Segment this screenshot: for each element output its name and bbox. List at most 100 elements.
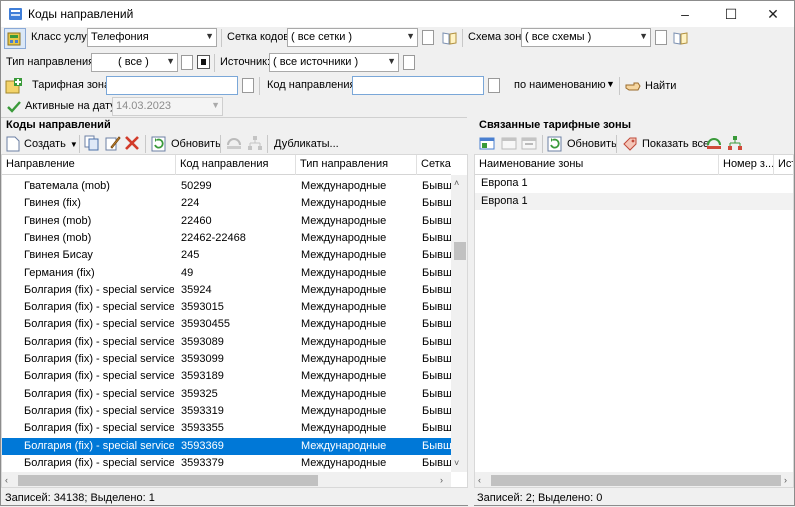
- column-header[interactable]: Сетка кодо: [421, 158, 451, 170]
- stop-checkbox[interactable]: [197, 55, 210, 69]
- code-grid-cell: Бывша: [422, 370, 451, 383]
- chevron-up-icon[interactable]: ˄: [454, 178, 459, 188]
- direction-type-cell: Международные: [301, 456, 387, 469]
- table-row[interactable]: Болгария (fix) - special services 3593369…: [2, 437, 451, 455]
- minimize-button[interactable]: –: [662, 1, 708, 27]
- left-horizontal-scrollbar[interactable]: ‹ ›: [2, 472, 451, 487]
- direction-name-cell: Болгария (fix) - special services: [24, 387, 174, 400]
- table-row[interactable]: Гвинея (fix) 224 Международные Бывша: [2, 195, 451, 212]
- column-header[interactable]: Номер з...: [723, 158, 774, 170]
- direction-type-select[interactable]: ( все ) ▼: [91, 53, 178, 72]
- column-header[interactable]: Тип направления: [300, 158, 388, 170]
- table-row[interactable]: Болгария (fix) - special services 3593015…: [2, 299, 451, 316]
- column-header[interactable]: Наименование зоны: [479, 158, 583, 170]
- link-up-icon[interactable]: [226, 135, 242, 151]
- table-row[interactable]: Болгария (fix) - special services 3593099…: [2, 351, 451, 368]
- create-button[interactable]: Создать ▼: [6, 134, 78, 154]
- code-grid-select[interactable]: ( все сетки ) ▼: [287, 28, 418, 47]
- chevron-left-icon[interactable]: ‹: [478, 475, 481, 485]
- table-row[interactable]: Болгария (fix) - special services 3593189…: [2, 368, 451, 385]
- close-button[interactable]: ✕: [750, 1, 795, 27]
- chevron-left-icon[interactable]: ‹: [5, 475, 8, 485]
- tree-icon[interactable]: [727, 135, 743, 151]
- direction-name-cell: Германия (fix): [24, 266, 95, 279]
- copy-icon[interactable]: [84, 135, 100, 151]
- code-grid-cell: Бывша: [422, 249, 451, 262]
- direction-code-input[interactable]: [352, 76, 484, 95]
- code-grid-checkbox[interactable]: [422, 30, 434, 45]
- tree-icon[interactable]: [247, 135, 263, 151]
- chevron-down-icon[interactable]: ˅: [454, 458, 459, 468]
- scroll-thumb[interactable]: [18, 475, 318, 486]
- filter-row-4: Активные на дату: 14.03.2023 ▼: [1, 97, 794, 117]
- column-header[interactable]: Код направления: [180, 158, 268, 170]
- table-row[interactable]: Болгария (fix) - special services 3593089…: [2, 334, 451, 351]
- service-class-button[interactable]: [4, 28, 26, 49]
- column-header[interactable]: Исто: [778, 158, 793, 170]
- tariff-zone-checkbox[interactable]: [242, 78, 254, 93]
- direction-type-cell: Международные: [301, 370, 387, 383]
- direction-code-cell: 224: [181, 197, 200, 210]
- left-vertical-scrollbar[interactable]: ˄ ˅: [451, 175, 467, 472]
- table-row[interactable]: Гвинея Бисау 245 Международные Бывша: [2, 247, 451, 264]
- direction-type-cell: Международные: [301, 387, 387, 400]
- direction-code-cell: 245: [181, 249, 200, 262]
- zone-scheme-checkbox[interactable]: [655, 30, 667, 45]
- find-button[interactable]: Найти: [625, 76, 676, 96]
- separator: [462, 29, 463, 47]
- chevron-right-icon[interactable]: ›: [440, 475, 443, 485]
- direction-code-checkbox[interactable]: [488, 78, 500, 93]
- code-grid-cell: Бывша: [422, 231, 451, 244]
- add-row-icon[interactable]: [479, 135, 495, 151]
- chevron-down-icon[interactable]: ▼: [606, 79, 615, 89]
- right-refresh-button[interactable]: Обновить: [547, 134, 617, 154]
- table-row[interactable]: Болгария (fix) - special services 3593379…: [2, 455, 451, 472]
- book-icon[interactable]: [673, 30, 689, 46]
- table-row[interactable]: Гвинея (mob) 22460 Международные Бывша: [2, 213, 451, 230]
- table-row[interactable]: Болгария (fix) - special services 3593319…: [2, 403, 451, 420]
- table-row[interactable]: Болгария (fix) - special services 35924 Ме…: [2, 282, 451, 299]
- table-row[interactable]: Гватемала (mob) 50299 Международные Бывша: [2, 178, 451, 195]
- table-row[interactable]: Европа 1: [475, 175, 793, 192]
- right-horizontal-scrollbar[interactable]: ‹ ›: [475, 472, 793, 487]
- source-checkbox[interactable]: [403, 55, 415, 70]
- zone-name-cell: Европа 1: [481, 177, 528, 189]
- table-row[interactable]: Германия (fix) 49 Международные Бывша: [2, 265, 451, 282]
- show-all-button[interactable]: Показать все: [622, 134, 709, 154]
- column-divider: [718, 155, 719, 175]
- remove-row-icon[interactable]: [521, 135, 537, 151]
- service-class-select[interactable]: Телефония ▼: [87, 28, 217, 47]
- table-row[interactable]: Болгария (fix) - special services 359325 М…: [2, 386, 451, 403]
- duplicates-button[interactable]: Дубликаты...: [274, 134, 339, 154]
- maximize-button[interactable]: ☐: [708, 1, 754, 27]
- table-row[interactable]: Болгария (fix) - special services 3593355…: [2, 420, 451, 437]
- table-row[interactable]: Болгария (fix) - special services 3593045…: [2, 316, 451, 333]
- add-zone-icon[interactable]: [5, 77, 23, 95]
- left-refresh-button[interactable]: Обновить: [151, 134, 221, 154]
- direction-code-cell: 3593015: [181, 301, 224, 314]
- table-row[interactable]: Гвинея (mob) 22462-22468 Международные Бывш…: [2, 230, 451, 247]
- link-up-icon[interactable]: [706, 135, 722, 151]
- chevron-right-icon[interactable]: ›: [784, 475, 787, 485]
- edit-icon[interactable]: [105, 135, 121, 151]
- delete-icon[interactable]: [124, 135, 140, 151]
- refresh-icon: [547, 136, 562, 152]
- direction-code-cell: 3593189: [181, 370, 224, 383]
- edit-row-icon[interactable]: [501, 135, 517, 151]
- chevron-down-icon: ▼: [166, 56, 175, 66]
- search-mode-select[interactable]: по наименованию: [514, 79, 606, 91]
- filter-row-3: Тарифная зона: Код направления: по наиме…: [1, 75, 794, 97]
- direction-type-checkbox[interactable]: [181, 55, 193, 70]
- column-header[interactable]: Направление: [6, 158, 75, 170]
- tariff-zone-input[interactable]: [106, 76, 238, 95]
- create-label: Создать: [24, 138, 66, 150]
- book-icon[interactable]: [442, 30, 458, 46]
- column-divider: [295, 155, 296, 175]
- table-row[interactable]: Европа 1: [475, 192, 793, 210]
- checkmark-icon[interactable]: [7, 100, 21, 114]
- scroll-thumb[interactable]: [491, 475, 781, 486]
- source-select[interactable]: ( все источники ) ▼: [269, 53, 399, 72]
- scroll-thumb[interactable]: [454, 242, 466, 260]
- active-date-picker[interactable]: 14.03.2023 ▼: [112, 97, 223, 116]
- zone-scheme-select[interactable]: ( все схемы ) ▼: [521, 28, 651, 47]
